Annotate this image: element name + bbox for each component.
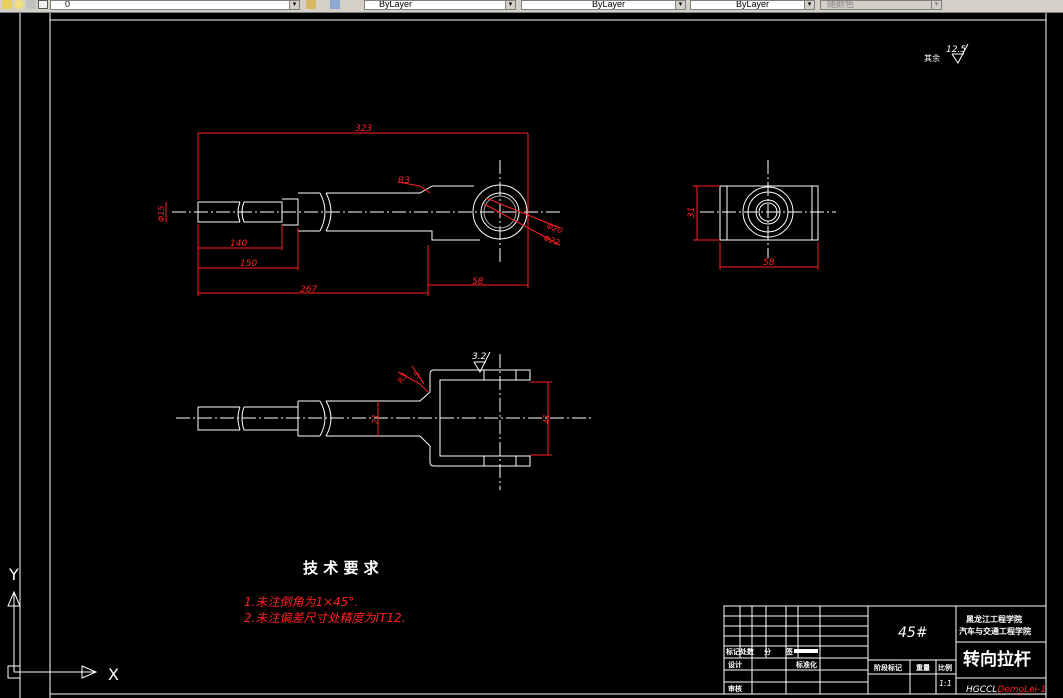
layer-lock-icon[interactable] <box>26 0 36 9</box>
front-view: 323 R3 Φ15 Φ20 Φ22 140 150 267 58 <box>157 124 564 296</box>
chevron-down-icon: ▾ <box>931 1 941 9</box>
dim-21: 21 <box>371 414 380 424</box>
plotstyle-value: 随颜色 <box>827 0 855 9</box>
part-name: 转向拉杆 <box>963 649 1031 670</box>
chevron-down-icon: ▾ <box>804 1 814 9</box>
make-layer-current-icon[interactable] <box>306 0 316 9</box>
dim-r3-bottom: R3 <box>396 371 409 385</box>
dim-5: 5 <box>412 370 422 379</box>
layer-color-icon[interactable] <box>38 0 48 9</box>
weight-label: 重量 <box>916 663 930 672</box>
roughness-symbol-bottom: 3.2 <box>472 351 491 374</box>
plotstyle-dropdown[interactable]: 随颜色 ▾ <box>820 0 942 10</box>
tech-item-1: 1.未注倒角为1×45°. <box>244 595 358 609</box>
properties-toolbar: 0 ▾ ByLayer ▾ ByLayer ▾ ByLayer ▾ 随颜色 ▾ <box>0 0 1063 13</box>
ucs-x-label: X <box>108 665 119 684</box>
dim-31: 31 <box>687 207 697 218</box>
drawing-frame <box>19 13 1047 698</box>
scale-value: 1:1 <box>939 679 952 688</box>
tech-item-2: 2.未注偏差尺寸处精度为IT12. <box>244 611 405 625</box>
chevron-down-icon: ▾ <box>505 1 515 9</box>
technical-requirements: 技 术 要 求 1.未注倒角为1×45°. 2.未注偏差尺寸处精度为IT12. <box>244 559 405 625</box>
scale-label: 比例 <box>938 663 952 672</box>
lineweight-dropdown[interactable]: ByLayer ▾ <box>690 0 815 10</box>
color-value: ByLayer <box>379 0 413 9</box>
side-view: 31 58 <box>687 160 836 270</box>
dim-267: 267 <box>300 285 317 295</box>
dim-41: 41 <box>542 414 551 424</box>
standardization-label: 标准化 <box>795 660 817 669</box>
dim-phi15: Φ15 <box>157 206 166 222</box>
drawing-number: HGCCLDemoLei-1 <box>966 685 1046 695</box>
roughness-value-2: 3.2 <box>472 352 487 362</box>
zone-label: 分 <box>764 647 771 656</box>
college-name: 汽车与交通工程学院 <box>959 626 1031 636</box>
dim-323: 323 <box>355 124 372 134</box>
mark-label: 标记处数 <box>725 647 755 656</box>
chevron-down-icon: ▾ <box>289 1 299 9</box>
tech-title: 技 术 要 求 <box>303 559 380 577</box>
review-label: 审核 <box>728 684 742 693</box>
dim-phi22: Φ22 <box>542 233 561 247</box>
drawing-canvas[interactable]: 其余 12.5 323 R3 Φ15 Φ20 Φ22 140 150 267 5… <box>0 13 1063 698</box>
top-view: 3.2 R3 5 21 41 <box>176 351 592 490</box>
signature-mark <box>794 649 818 653</box>
layer-previous-icon[interactable] <box>330 0 340 9</box>
layer-freeze-icon[interactable] <box>14 0 24 9</box>
design-label: 设计 <box>728 660 742 669</box>
roughness-note: 其余 <box>924 53 940 63</box>
dim-140: 140 <box>230 239 247 249</box>
title-block: 45# 黑龙江工程学院 汽车与交通工程学院 转向拉杆 HGCCLDemoLei-… <box>723 605 1047 695</box>
ucs-y-label: Y <box>8 565 19 584</box>
ucs-icon <box>7 590 98 679</box>
linetype-value: ByLayer <box>592 0 626 9</box>
color-dropdown[interactable]: ByLayer ▾ <box>364 0 516 10</box>
dim-58: 58 <box>472 277 484 287</box>
school-name: 黑龙江工程学院 <box>966 614 1022 624</box>
roughness-symbol-top: 其余 12.5 <box>924 43 969 64</box>
dim-58-side: 58 <box>763 258 775 268</box>
layer-value: 0 <box>65 0 71 9</box>
sign-label: 签 <box>785 647 794 656</box>
layer-dropdown[interactable]: 0 ▾ <box>50 0 300 10</box>
lineweight-value: ByLayer <box>736 0 770 9</box>
chevron-down-icon: ▾ <box>675 1 685 9</box>
layer-state-icon[interactable] <box>2 0 12 9</box>
material: 45# <box>898 625 928 641</box>
dim-150: 150 <box>240 259 257 269</box>
linetype-dropdown[interactable]: ByLayer ▾ <box>521 0 686 10</box>
stage-mark-label: 阶段标记 <box>874 663 902 672</box>
dim-r3-top: R3 <box>398 176 410 186</box>
